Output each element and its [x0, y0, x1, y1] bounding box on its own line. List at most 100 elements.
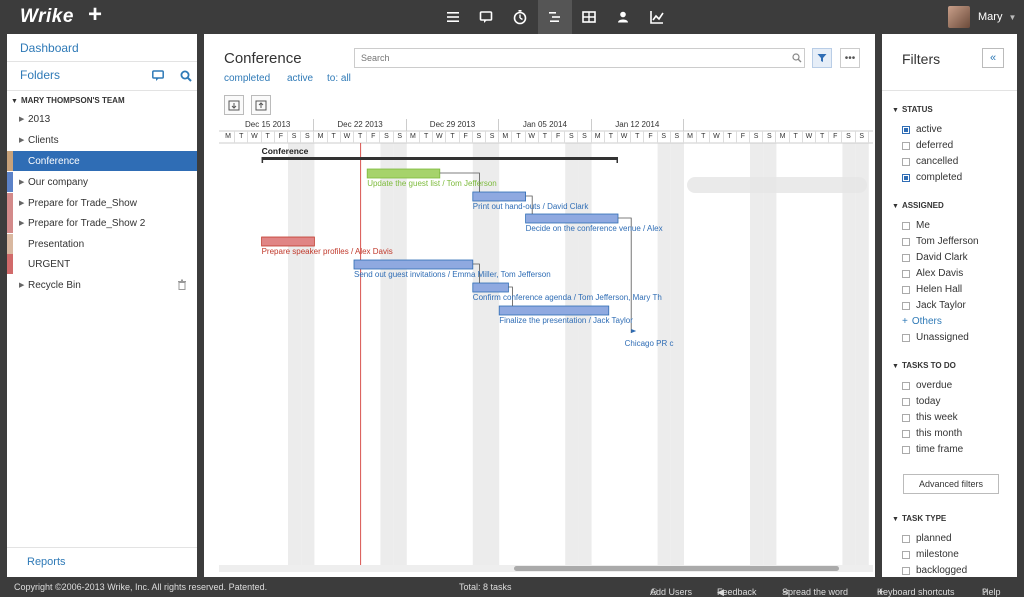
trash-icon[interactable] [177, 279, 187, 290]
sidebar-item-recycle-bin[interactable]: ▶ Recycle Bin [7, 275, 197, 295]
comment-icon[interactable] [469, 0, 503, 34]
sidebar-item-prepare-for-trade-show[interactable]: ▶ Prepare for Trade_Show [7, 193, 197, 213]
filter-checkbox-item[interactable]: Tom Jefferson [902, 236, 979, 247]
filter-checkbox-item[interactable]: Me [902, 220, 930, 231]
filter-checkbox-item[interactable]: Alex Davis [902, 268, 963, 279]
checkbox[interactable] [902, 269, 910, 278]
checkbox[interactable] [902, 566, 910, 575]
task-label[interactable]: Send out guest invitations / Emma Miller… [354, 270, 551, 279]
triangle-right-icon[interactable]: ▶ [19, 178, 28, 186]
task-label[interactable]: Conference [262, 146, 309, 156]
sidebar-item-conference[interactable]: Conference [7, 151, 197, 171]
team-header[interactable]: ▼ MARY THOMPSON'S TEAM [11, 96, 125, 105]
triangle-right-icon[interactable]: ▶ [19, 199, 28, 207]
filter-section-assigned[interactable]: ▼ ASSIGNED [892, 201, 944, 210]
filter-checkbox-item[interactable]: milestone [902, 549, 959, 560]
checkbox[interactable] [902, 237, 910, 246]
tab-completed[interactable]: completed [224, 73, 270, 84]
task-label[interactable]: Update the guest list / Tom Jefferson [367, 179, 497, 188]
folders-link[interactable]: Folders [20, 68, 60, 82]
filter-checkbox-item[interactable]: Unassigned [902, 332, 969, 343]
task-label[interactable]: Print out hand-outs / David Clark [473, 202, 589, 211]
checkbox[interactable] [902, 534, 910, 543]
comment-icon[interactable] [152, 70, 164, 82]
filter-checkbox-item[interactable]: backlogged [902, 565, 967, 576]
filter-checkbox-item[interactable]: active [902, 124, 942, 135]
filter-button[interactable] [812, 48, 832, 68]
checkbox[interactable] [902, 301, 910, 310]
sidebar-item-2013[interactable]: ▶ 2013 [7, 109, 197, 129]
filter-checkbox-item[interactable]: completed [902, 172, 962, 183]
search-icon[interactable] [792, 53, 802, 63]
import-button[interactable] [251, 95, 271, 115]
filter-checkbox-item[interactable]: cancelled [902, 156, 958, 167]
checkbox[interactable] [902, 141, 910, 150]
gantt-chart[interactable]: Dec 15 2013 Dec 22 2013 Dec 29 2013 Jan 05 … [219, 119, 873, 572]
triangle-right-icon[interactable]: ▶ [19, 281, 28, 289]
checkbox[interactable] [902, 253, 910, 262]
task-label[interactable]: Chicago PR c [625, 339, 674, 348]
task-label[interactable]: Finalize the presentation / Jack Taylor [499, 316, 633, 325]
timer-icon[interactable] [503, 0, 537, 34]
tab-active[interactable]: active [287, 73, 313, 84]
plus-icon: + [902, 316, 908, 327]
checkbox[interactable] [902, 429, 910, 438]
triangle-right-icon[interactable]: ▶ [19, 136, 28, 144]
sidebar-item-presentation[interactable]: Presentation [7, 234, 197, 254]
triangle-right-icon[interactable]: ▶ [19, 115, 28, 123]
create-new-button[interactable]: + [88, 3, 102, 27]
checkbox[interactable] [902, 550, 910, 559]
filter-checkbox-item[interactable]: this month [902, 428, 962, 439]
checkbox[interactable] [902, 397, 910, 406]
filter-checkbox-item[interactable]: this week [902, 412, 958, 423]
checkbox[interactable] [902, 285, 910, 294]
list-icon[interactable] [436, 0, 470, 34]
checkbox[interactable] [902, 413, 910, 422]
advanced-filters-button[interactable]: Advanced filters [903, 474, 999, 494]
filter-section-tasks-to-do[interactable]: ▼ TASKS TO DO [892, 361, 956, 370]
filter-checkbox-item[interactable]: David Clark [902, 252, 968, 263]
gantt-day-header: S [380, 131, 394, 143]
tab-to-all[interactable]: to: all [327, 73, 351, 84]
filter-section-task-type[interactable]: ▼ TASK TYPE [892, 514, 946, 523]
checkbox[interactable] [902, 381, 910, 390]
checkbox[interactable] [902, 221, 910, 230]
task-label[interactable]: Confirm conference agenda / Tom Jefferso… [473, 293, 662, 302]
search-icon[interactable] [180, 70, 192, 82]
filter-checkbox-item[interactable]: time frame [902, 444, 963, 455]
search-input[interactable] [354, 48, 805, 68]
filter-checkbox-item[interactable]: overdue [902, 380, 952, 391]
collapse-panel-button[interactable]: « [982, 48, 1004, 68]
sidebar-item-urgent[interactable]: URGENT [7, 254, 197, 274]
checkbox[interactable] [902, 445, 910, 454]
dashboard-link[interactable]: Dashboard [20, 41, 79, 55]
triangle-down-icon: ▼ [892, 516, 899, 523]
checkbox[interactable] [902, 125, 910, 134]
triangle-right-icon[interactable]: ▶ [19, 219, 28, 227]
task-label[interactable]: Prepare speaker profiles / Alex Davis [262, 247, 393, 256]
filter-checkbox-item[interactable]: today [902, 396, 940, 407]
more-options-button[interactable]: ••• [840, 48, 860, 68]
gantt-icon[interactable] [538, 0, 572, 34]
sidebar-item-clients[interactable]: ▶ Clients [7, 130, 197, 150]
checkbox[interactable] [902, 157, 910, 166]
user-icon[interactable] [606, 0, 640, 34]
filter-checkbox-item[interactable]: deferred [902, 140, 953, 151]
filter-checkbox-item[interactable]: Helen Hall [902, 284, 962, 295]
filter-section-status[interactable]: ▼ STATUS [892, 105, 933, 114]
checkbox[interactable] [902, 173, 910, 182]
sidebar-item-our-company[interactable]: ▶ Our company [7, 172, 197, 192]
sidebar-item-prepare-for-trade-show-2[interactable]: ▶ Prepare for Trade_Show 2 [7, 213, 197, 233]
user-menu[interactable]: Mary ▼ [948, 6, 1016, 28]
export-button[interactable] [224, 95, 244, 115]
filter-others-link[interactable]: + Others [902, 316, 942, 327]
zoom-control[interactable] [687, 177, 867, 193]
filter-checkbox-item[interactable]: Jack Taylor [902, 300, 966, 311]
reports-link[interactable]: Reports [27, 556, 66, 568]
checkbox[interactable] [902, 333, 910, 342]
chart-icon[interactable] [640, 0, 674, 34]
wrike-logo[interactable]: Wrike [20, 6, 74, 28]
filter-checkbox-item[interactable]: planned [902, 533, 952, 544]
task-label[interactable]: Decide on the conference venue / Alex [526, 224, 663, 233]
table-icon[interactable] [572, 0, 606, 34]
